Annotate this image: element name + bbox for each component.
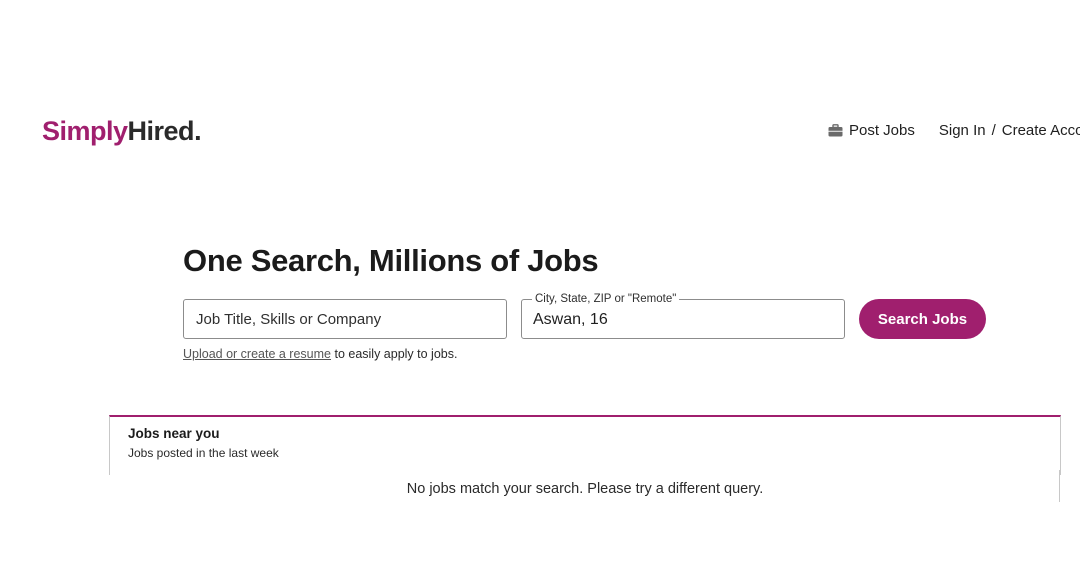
upload-resume-link[interactable]: Upload or create a resume bbox=[183, 347, 331, 361]
logo-simply: Simply bbox=[42, 116, 128, 146]
job-title-input[interactable] bbox=[184, 300, 506, 338]
search-jobs-button[interactable]: Search Jobs bbox=[859, 299, 986, 339]
simplyhired-logo[interactable]: SimplyHired. bbox=[42, 116, 202, 147]
post-jobs-link[interactable]: Post Jobs bbox=[828, 122, 915, 139]
resume-prompt-text: to easily apply to jobs. bbox=[331, 347, 458, 361]
jobs-near-you-title: Jobs near you bbox=[128, 426, 220, 441]
page-title: One Search, Millions of Jobs bbox=[183, 243, 599, 278]
sign-in-link[interactable]: Sign In bbox=[939, 122, 986, 139]
top-nav: Post Jobs Sign In / Create Accoun bbox=[828, 122, 1080, 139]
resume-prompt: Upload or create a resume to easily appl… bbox=[183, 347, 457, 361]
what-field bbox=[183, 299, 507, 339]
logo-hired: Hired bbox=[127, 116, 195, 146]
nav-separator: / bbox=[991, 122, 996, 139]
briefcase-icon bbox=[828, 124, 843, 137]
post-jobs-label: Post Jobs bbox=[849, 122, 915, 139]
logo-dot: . bbox=[194, 116, 202, 146]
location-label: City, State, ZIP or "Remote" bbox=[532, 292, 680, 306]
page: SimplyHired. Post Jobs Sign In / Create … bbox=[0, 0, 1080, 580]
no-jobs-message: No jobs match your search. Please try a … bbox=[406, 481, 764, 497]
jobs-near-you-panel bbox=[109, 415, 1061, 475]
where-field: City, State, ZIP or "Remote" bbox=[521, 292, 845, 339]
jobs-near-you-subtitle: Jobs posted in the last week bbox=[128, 446, 279, 460]
create-account-link[interactable]: Create Accoun bbox=[1002, 122, 1080, 139]
